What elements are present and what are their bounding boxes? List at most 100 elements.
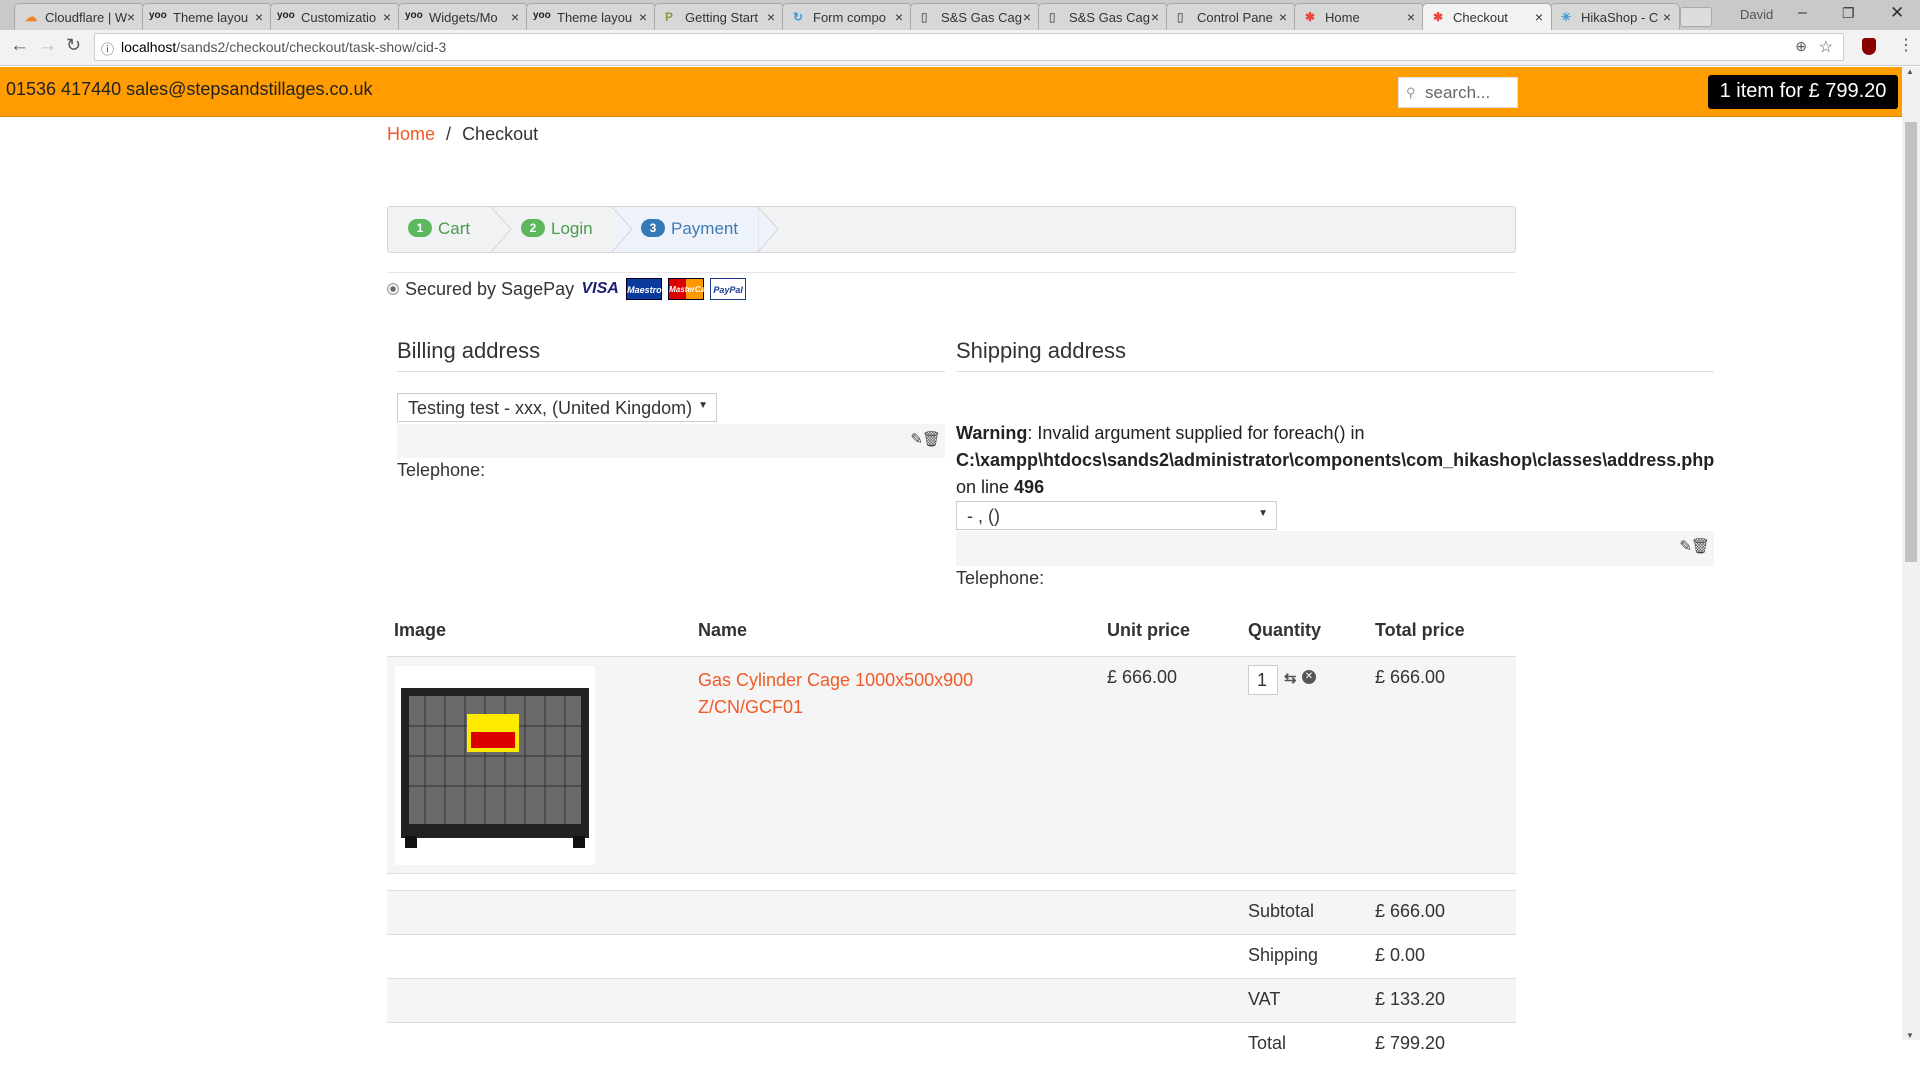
shipping-address-select[interactable]: - , () ▼ bbox=[956, 501, 1277, 530]
tab-title: Form compo bbox=[813, 10, 886, 25]
p-icon: P bbox=[665, 10, 674, 24]
tab-title: Control Pane bbox=[1197, 10, 1273, 25]
close-tab-icon[interactable]: × bbox=[511, 9, 519, 25]
close-tab-icon[interactable]: × bbox=[1407, 9, 1415, 25]
delete-trash-icon[interactable]: 🗑 bbox=[1691, 537, 1710, 555]
quantity-input[interactable]: 1 bbox=[1248, 665, 1278, 695]
close-tab-icon[interactable]: × bbox=[255, 9, 263, 25]
total-value: £ 133.20 bbox=[1375, 989, 1446, 1009]
spinner-icon: ↻ bbox=[793, 10, 804, 24]
close-tab-icon[interactable]: × bbox=[1151, 9, 1159, 25]
product-code[interactable]: Z/CN/GCF01 bbox=[698, 694, 973, 721]
breadcrumb: Home / Checkout bbox=[387, 124, 538, 145]
restore-button[interactable]: ❐ bbox=[1842, 5, 1855, 22]
step-cart[interactable]: 1 Cart bbox=[408, 219, 470, 239]
page-icon: ▯ bbox=[1177, 10, 1184, 24]
col-quantity: Quantity bbox=[1248, 620, 1322, 640]
browser-tab[interactable]: ☁ Cloudflare | W × bbox=[14, 3, 144, 30]
browser-tab[interactable]: ✱ Home × bbox=[1294, 3, 1424, 30]
billing-address-select[interactable]: Testing test - xxx, (United Kingdom) ▼ bbox=[397, 393, 717, 422]
scroll-up-arrow[interactable]: ▲ bbox=[1906, 67, 1914, 76]
step-login[interactable]: 2 Login bbox=[521, 219, 593, 239]
step-label: Login bbox=[551, 219, 593, 238]
php-warning: Warning: Invalid argument supplied for f… bbox=[956, 420, 1714, 501]
maestro-logo: Maestro bbox=[626, 278, 663, 300]
contact-info: 01536 417440 sales@stepsandstillages.co.… bbox=[6, 79, 373, 99]
billing-address-actions: ✎ 🗑 bbox=[397, 424, 945, 458]
browser-tab[interactable]: yoo Theme layou × bbox=[526, 3, 656, 30]
product-name-link[interactable]: Gas Cylinder Cage 1000x500x900 Z/CN/GCF0… bbox=[698, 667, 973, 721]
page-scrollbar[interactable]: ▲ ▼ bbox=[1902, 67, 1920, 1040]
translate-icon[interactable]: ⊕ bbox=[1795, 38, 1807, 55]
warning-text: : Invalid argument supplied for foreach(… bbox=[1027, 423, 1365, 443]
browser-tab[interactable]: P Getting Start × bbox=[654, 3, 784, 30]
step-label: Payment bbox=[671, 219, 739, 238]
close-tab-icon[interactable]: × bbox=[383, 9, 391, 25]
search-placeholder: search... bbox=[1425, 83, 1491, 102]
page-icon: ▯ bbox=[1049, 10, 1056, 24]
delete-trash-icon[interactable]: 🗑 bbox=[922, 430, 941, 448]
browser-tab[interactable]: ↻ Form compo × bbox=[782, 3, 912, 30]
close-tab-icon[interactable]: × bbox=[639, 9, 647, 25]
browser-tab[interactable]: yoo Widgets/Mo × bbox=[398, 3, 528, 30]
back-button[interactable]: ← bbox=[10, 35, 29, 57]
tab-title: Widgets/Mo bbox=[429, 10, 498, 25]
browser-tab[interactable]: ✱ Checkout × bbox=[1422, 3, 1552, 30]
step-payment[interactable]: 3 Payment bbox=[641, 219, 738, 239]
payment-method-sagepay: Secured by SagePay VISA Maestro MasterCa… bbox=[387, 278, 747, 300]
payment-label: Secured by SagePay bbox=[405, 278, 575, 299]
browser-tab[interactable]: ▯ Control Pane × bbox=[1166, 3, 1296, 30]
breadcrumb-home[interactable]: Home bbox=[387, 124, 435, 144]
joomla-icon: ✱ bbox=[1433, 10, 1444, 24]
url-input[interactable]: ⓘ localhost/sands2/checkout/checkout/tas… bbox=[94, 33, 1844, 61]
refresh-icon[interactable]: ⇆ bbox=[1284, 669, 1297, 687]
browser-tab[interactable]: ✳ HikaShop - C × bbox=[1550, 3, 1680, 30]
close-tab-icon[interactable]: × bbox=[127, 9, 135, 25]
ublock-icon[interactable] bbox=[1862, 38, 1876, 55]
close-window-button[interactable]: ✕ bbox=[1890, 3, 1904, 23]
remove-item-icon[interactable]: ✕ bbox=[1302, 670, 1316, 684]
close-tab-icon[interactable]: × bbox=[1663, 9, 1671, 25]
product-image[interactable] bbox=[395, 666, 595, 865]
new-tab-button[interactable] bbox=[1680, 7, 1712, 27]
close-tab-icon[interactable]: × bbox=[895, 9, 903, 25]
breadcrumb-separator: / bbox=[446, 124, 452, 144]
info-icon[interactable]: ⓘ bbox=[101, 39, 114, 58]
breadcrumb-current: Checkout bbox=[462, 124, 539, 144]
cloud-icon: ☁ bbox=[25, 10, 37, 24]
step-separator bbox=[491, 207, 512, 252]
dropdown-arrow-icon: ▼ bbox=[1258, 508, 1268, 519]
divider bbox=[397, 371, 945, 372]
payment-radio[interactable] bbox=[387, 283, 399, 295]
unit-price: £ 666.00 bbox=[1107, 667, 1178, 687]
reload-button[interactable]: ↻ bbox=[66, 35, 81, 56]
browser-tab[interactable]: ▯ S&S Gas Cag × bbox=[1038, 3, 1168, 30]
total-label: Total bbox=[1248, 1033, 1287, 1053]
close-tab-icon[interactable]: × bbox=[1535, 9, 1543, 25]
shipping-title: Shipping address bbox=[956, 338, 1127, 363]
menu-icon[interactable]: ⋮ bbox=[1898, 35, 1914, 55]
tab-title: HikaShop - C bbox=[1581, 10, 1659, 25]
yoo-icon: yoo bbox=[277, 10, 295, 21]
billing-title: Billing address bbox=[397, 338, 541, 363]
scroll-down-arrow[interactable]: ▼ bbox=[1906, 1031, 1914, 1040]
bookmark-star-icon[interactable]: ☆ bbox=[1819, 37, 1833, 57]
page-icon: ▯ bbox=[921, 10, 928, 24]
product-name[interactable]: Gas Cylinder Cage 1000x500x900 bbox=[698, 667, 973, 694]
step-number: 3 bbox=[641, 219, 665, 237]
cart-summary-button[interactable]: 1 item for £ 799.20 bbox=[1708, 75, 1898, 109]
search-input[interactable]: ⚲ search... bbox=[1398, 77, 1518, 108]
browser-tab[interactable]: yoo Theme layou × bbox=[142, 3, 272, 30]
close-tab-icon[interactable]: × bbox=[767, 9, 775, 25]
close-tab-icon[interactable]: × bbox=[1023, 9, 1031, 25]
forward-button[interactable]: → bbox=[38, 35, 57, 57]
browser-tab[interactable]: ▯ S&S Gas Cag × bbox=[910, 3, 1040, 30]
profile-name[interactable]: David bbox=[1740, 7, 1780, 22]
mastercard-logo: MasterCard bbox=[668, 278, 713, 300]
close-tab-icon[interactable]: × bbox=[1279, 9, 1287, 25]
tab-title: Home bbox=[1325, 10, 1360, 25]
step-label: Cart bbox=[438, 219, 471, 238]
scrollbar-thumb[interactable] bbox=[1905, 122, 1917, 562]
minimize-button[interactable]: – bbox=[1798, 4, 1807, 22]
browser-tab[interactable]: yoo Customizatio × bbox=[270, 3, 400, 30]
